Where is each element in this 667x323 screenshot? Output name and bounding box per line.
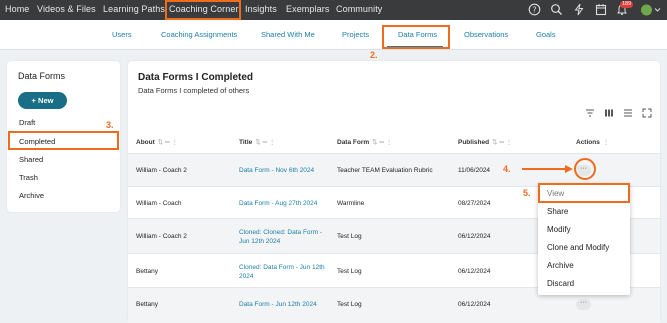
columns-icon[interactable] bbox=[604, 108, 614, 120]
annotation-step-2: 2. bbox=[370, 50, 378, 60]
nav-videos-files[interactable]: Videos & Files bbox=[37, 4, 96, 14]
column-header-actions: Actions ⋮ bbox=[576, 138, 609, 146]
avatar[interactable] bbox=[640, 3, 662, 21]
cell-about: William - Coach bbox=[136, 200, 182, 207]
filter-icon[interactable] bbox=[585, 108, 595, 120]
help-icon[interactable]: ? bbox=[528, 3, 541, 20]
nav-home[interactable]: Home bbox=[5, 4, 29, 14]
row-actions-button[interactable]: ··· bbox=[576, 299, 591, 310]
cell-about: William - Coach 2 bbox=[136, 167, 187, 174]
nav-exemplars[interactable]: Exemplars bbox=[286, 4, 329, 14]
menu-item-discard[interactable]: Discard bbox=[547, 279, 574, 288]
svg-text:?: ? bbox=[532, 5, 536, 14]
cell-published: 06/12/2024 bbox=[458, 301, 491, 308]
sort-icon[interactable]: ⇅ ═ ⋮ bbox=[158, 139, 178, 146]
new-button-label: New bbox=[38, 96, 54, 105]
sidebar-item-archive[interactable]: Archive bbox=[19, 191, 44, 200]
cell-published: 11/06/2024 bbox=[458, 167, 491, 174]
menu-item-share[interactable]: Share bbox=[547, 207, 568, 216]
tab-observations[interactable]: Observations bbox=[464, 30, 508, 39]
fullscreen-icon[interactable] bbox=[642, 108, 652, 120]
cell-data-form: Warmline bbox=[337, 200, 365, 207]
table-header: About ⇅ ═ ⋮ Title ⇅ ═ ⋮ Data Form ⇅ ═ ⋮ Pub… bbox=[128, 133, 660, 153]
notification-badge: 189 bbox=[620, 1, 634, 8]
highlight-completed bbox=[8, 131, 119, 150]
annotation-step-4: 4. bbox=[503, 164, 511, 174]
sub-navigation-bar: Users Coaching Assignments Shared With M… bbox=[0, 20, 667, 50]
tab-goals[interactable]: Goals bbox=[536, 30, 556, 39]
cell-published: 08/27/2024 bbox=[458, 200, 491, 207]
new-data-form-button[interactable]: + New bbox=[18, 92, 67, 109]
cell-title-link[interactable]: Data Form - Jun 12th 2024 bbox=[239, 300, 317, 309]
column-header-title[interactable]: Title ⇅ ═ ⋮ bbox=[239, 138, 275, 146]
sort-icon[interactable]: ⇅ ═ ⋮ bbox=[372, 139, 392, 146]
highlight-coaching-corner bbox=[165, 0, 241, 20]
nav-learning-paths[interactable]: Learning Paths bbox=[103, 4, 165, 14]
highlight-view bbox=[538, 183, 630, 203]
search-icon[interactable] bbox=[550, 3, 563, 20]
annotation-arrow bbox=[522, 158, 596, 180]
tab-shared-with-me[interactable]: Shared With Me bbox=[261, 30, 315, 39]
tab-projects[interactable]: Projects bbox=[342, 30, 369, 39]
nav-community[interactable]: Community bbox=[336, 4, 382, 14]
annotation-step-3: 3. bbox=[106, 120, 114, 130]
cell-about: Bettany bbox=[136, 301, 159, 308]
cell-title-link[interactable]: Cloned: Data Form - Jun 12th 2024 bbox=[239, 263, 325, 281]
column-label: About bbox=[136, 139, 155, 146]
column-header-about[interactable]: About ⇅ ═ ⋮ bbox=[136, 138, 178, 146]
tab-coaching-assignments[interactable]: Coaching Assignments bbox=[161, 30, 237, 39]
annotation-step-5: 5. bbox=[523, 188, 531, 198]
cell-title-link[interactable]: Data Form - Nov 6th 2024 bbox=[239, 166, 314, 175]
sort-icon[interactable]: ⇅ ═ ⋮ bbox=[492, 139, 512, 146]
nav-insights[interactable]: Insights bbox=[245, 4, 277, 14]
cell-title-link[interactable]: Data Form - Aug 27th 2024 bbox=[239, 199, 317, 208]
density-icon[interactable] bbox=[623, 108, 633, 120]
cell-data-form: Test Log bbox=[337, 268, 362, 275]
page-subtitle: Data Forms I completed of others bbox=[138, 86, 250, 95]
menu-item-modify[interactable]: Modify bbox=[547, 225, 571, 234]
calendar-icon[interactable] bbox=[595, 3, 607, 20]
cell-about: William - Coach 2 bbox=[136, 233, 187, 240]
cell-published: 06/12/2024 bbox=[458, 233, 491, 240]
column-header-data-form[interactable]: Data Form ⇅ ═ ⋮ bbox=[337, 138, 392, 146]
column-header-published[interactable]: Published ⇅ ═ ⋮ bbox=[458, 138, 512, 146]
plus-icon: + bbox=[31, 96, 36, 105]
cell-title-link[interactable]: Cloned: Cloned: Data Form - Jun 12th 202… bbox=[239, 228, 324, 246]
sidebar-title: Data Forms bbox=[18, 71, 66, 81]
top-navigation-bar: Home Videos & Files Learning Paths Coach… bbox=[0, 0, 667, 20]
highlight-data-forms-tab bbox=[382, 25, 450, 49]
column-label: Published bbox=[458, 139, 490, 146]
cell-data-form: Test Log bbox=[337, 233, 362, 240]
column-label: Actions bbox=[576, 139, 600, 146]
sidebar-item-trash[interactable]: Trash bbox=[19, 173, 38, 182]
cell-about: Bettany bbox=[136, 268, 159, 275]
column-menu-icon[interactable]: ⋮ bbox=[603, 139, 610, 146]
menu-item-archive[interactable]: Archive bbox=[547, 261, 574, 270]
sort-icon[interactable]: ⇅ ═ ⋮ bbox=[255, 139, 275, 146]
menu-item-clone-and-modify[interactable]: Clone and Modify bbox=[547, 243, 609, 252]
column-label: Title bbox=[239, 139, 253, 146]
tab-users[interactable]: Users bbox=[112, 30, 132, 39]
cell-data-form: Test Log bbox=[337, 301, 362, 308]
column-label: Data Form bbox=[337, 139, 370, 146]
cell-published: 06/12/2024 bbox=[458, 268, 491, 275]
cell-data-form: Teacher TEAM Evaluation Rubric bbox=[337, 167, 433, 174]
bolt-icon[interactable] bbox=[573, 3, 585, 20]
page-title: Data Forms I Completed bbox=[138, 72, 254, 83]
sidebar-item-shared[interactable]: Shared bbox=[19, 155, 43, 164]
sidebar-item-draft[interactable]: Draft bbox=[19, 118, 35, 127]
